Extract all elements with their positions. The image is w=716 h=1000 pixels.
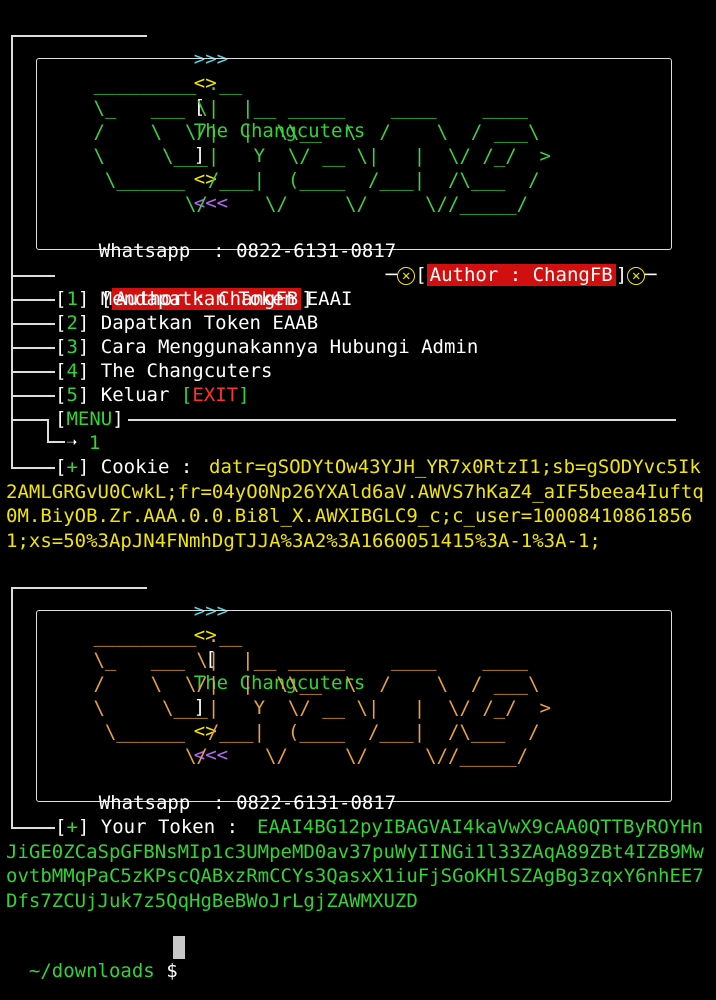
menu-prompt[interactable]: ➝ 1 — [66, 431, 100, 455]
arrow-right-icon: ➝ — [66, 432, 78, 454]
menu-item-label: Dapatkan Token EAAB — [100, 312, 319, 334]
tree-top-branch — [11, 35, 147, 37]
menu-hook — [47, 419, 49, 441]
menu-hook-tail — [47, 441, 65, 443]
tree-branch-author — [11, 275, 55, 277]
box-author-line: ─ ✕[Author : ChangFB] ✕ ─ — [385, 264, 657, 286]
text-cursor[interactable] — [173, 936, 185, 959]
tree-branch-4 — [11, 371, 55, 373]
prompt-symbol: $ — [166, 960, 178, 982]
menu-item-label: Mendapatkan Token EAAI — [100, 288, 353, 310]
ascii-logo: _________ .__ \_ ___ \| |__ _____ ____ _… — [93, 625, 551, 767]
close-circle-icon: ✕ — [627, 266, 646, 285]
close-circle-icon: ✕ — [397, 266, 416, 285]
menu-item-label: Keluar — [100, 384, 170, 406]
menu-item-5[interactable]: [5] Keluar [EXIT] — [55, 383, 250, 407]
author-badge: Author : ChangFB — [426, 264, 616, 286]
tree-branch-1 — [11, 299, 55, 301]
whatsapp-label: Whatsapp — [98, 240, 191, 262]
whatsapp-number: 0822-6131-0817 — [236, 792, 397, 814]
whatsapp-label: Whatsapp — [98, 792, 191, 814]
shell-prompt[interactable]: ~/downloads $ — [6, 935, 178, 983]
menu-item-label: The Changcuters — [100, 360, 273, 382]
menu-item-4[interactable]: [4] The Changcuters — [55, 359, 272, 383]
tree-branch-3 — [11, 347, 55, 349]
cookie-value: datr=gSODYtOw43YJH_YR7x0RtzI1;sb=gSODYvc… — [6, 456, 704, 552]
ascii-logo: _________ .__ \_ ___ \| |__ _____ ____ _… — [93, 73, 551, 215]
exit-tag: EXIT — [192, 384, 239, 406]
tree-branch-menu — [11, 419, 47, 421]
tree-trunk — [11, 587, 13, 828]
tree-branch-5 — [11, 395, 55, 397]
menu-item-3[interactable]: [3] Cara Menggunakannya Hubungi Admin — [55, 335, 478, 359]
menu-item-1[interactable]: [1] Mendapatkan Token EAAI — [55, 287, 352, 311]
menu-label-line: [MENU] — [55, 408, 124, 430]
token-block: EAAI4BG12pyIBAGVAI4kaVwX9cAA0QTTByROYHnJ… — [6, 815, 711, 913]
menu-label: MENU — [66, 408, 113, 430]
menu-item-2[interactable]: [2] Dapatkan Token EAAB — [55, 311, 318, 335]
token-value: EAAI4BG12pyIBAGVAI4kaVwX9cAA0QTTByROYHnJ… — [6, 816, 704, 912]
tree-trunk — [11, 35, 13, 467]
menu-item-label: Cara Menggunakannya Hubungi Admin — [100, 336, 479, 358]
prompt-path: ~/downloads — [28, 960, 155, 982]
menu-input[interactable]: 1 — [89, 432, 100, 454]
tree-branch-2 — [11, 323, 55, 325]
cookie-block: datr=gSODYtOw43YJH_YR7x0RtzI1;sb=gSODYvc… — [6, 455, 711, 553]
menu-rule — [128, 419, 676, 421]
tree-top-branch — [11, 587, 147, 589]
